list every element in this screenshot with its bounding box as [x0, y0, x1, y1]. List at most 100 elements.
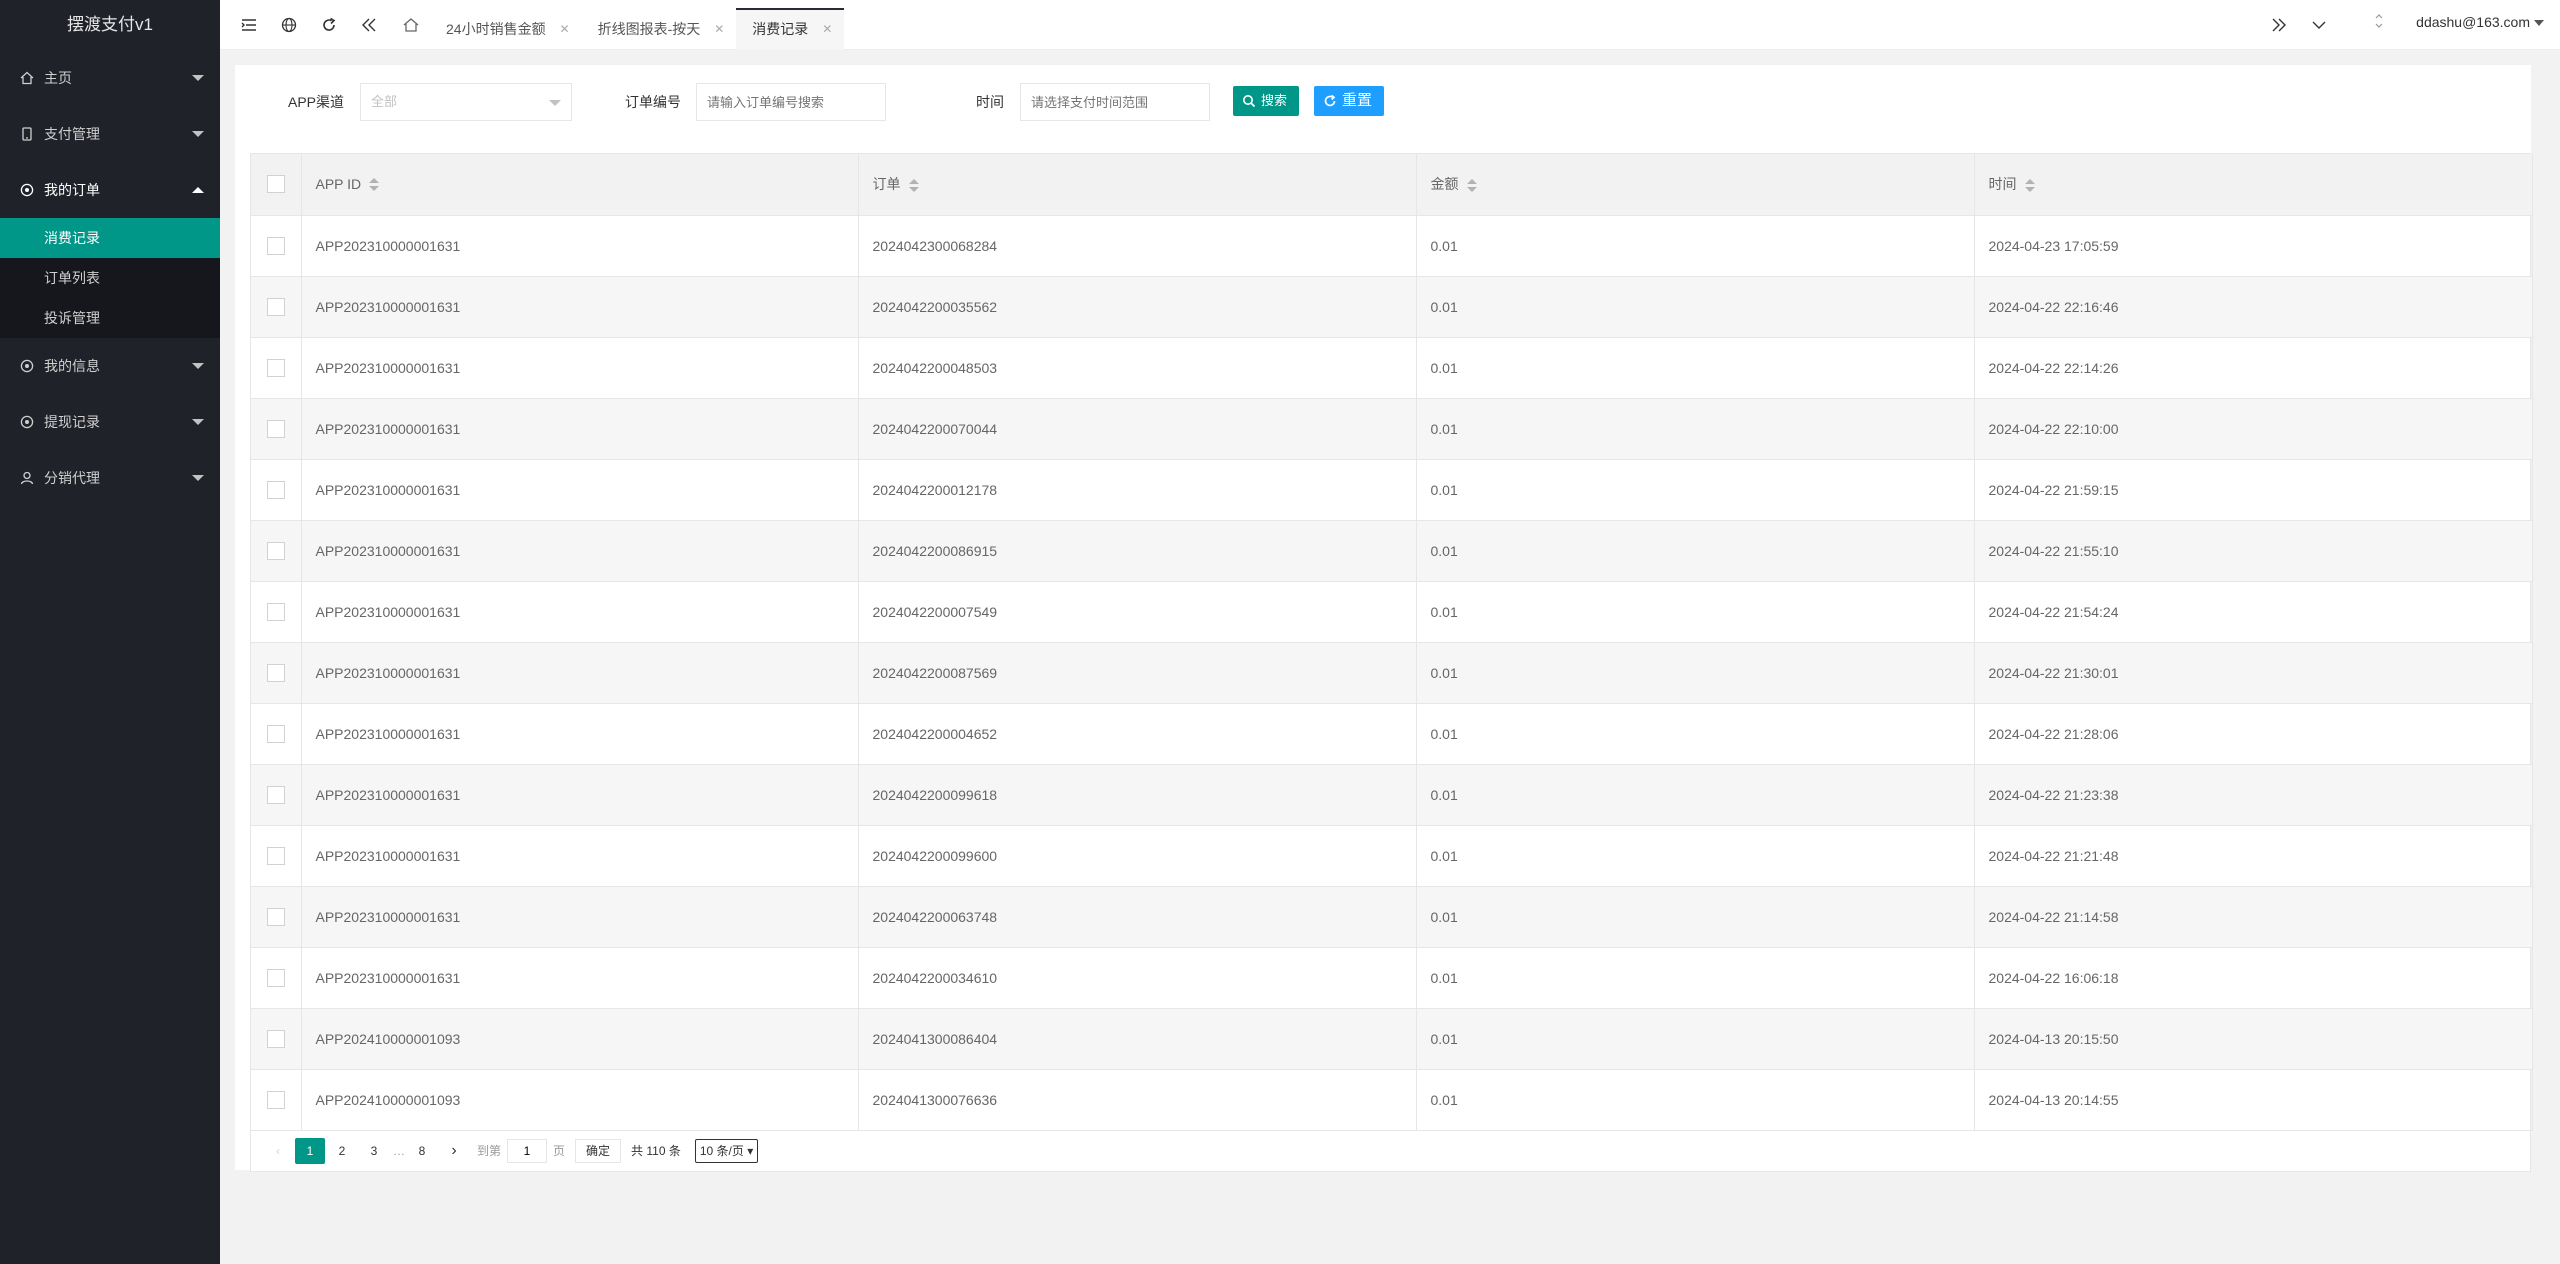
row-checkbox[interactable] — [267, 907, 285, 926]
sidebar-item-orders[interactable]: 我的订单 — [0, 162, 220, 218]
prev-page-icon[interactable]: ‹ — [263, 1138, 293, 1164]
table-row[interactable]: APP202310000001631 2024042200034610 0.01 20… — [251, 947, 2533, 1009]
menu-fold-icon[interactable] — [240, 16, 258, 34]
row-checkbox[interactable] — [267, 541, 285, 560]
home-icon[interactable] — [402, 16, 420, 34]
row-checkbox[interactable] — [267, 663, 285, 682]
row-checkbox[interactable] — [267, 724, 285, 743]
user-menu[interactable]: ddashu@163.com — [2416, 14, 2544, 30]
tab-consumption-records[interactable]: 消费记录 ✕ — [736, 8, 845, 50]
sidebar-item-home[interactable]: 主页 — [0, 50, 220, 106]
table-row[interactable]: APP202310000001631 2024042200012178 0.01 20… — [251, 459, 2533, 521]
sort-icon[interactable] — [1466, 178, 1477, 193]
column-header-order[interactable]: 订单 — [858, 154, 1417, 216]
sort-icon[interactable] — [369, 178, 380, 192]
row-checkbox[interactable] — [267, 968, 285, 987]
column-header-time[interactable]: 时间 — [1974, 154, 2533, 216]
cell-amount: 0.01 — [1416, 276, 1975, 338]
row-checkbox[interactable] — [267, 236, 285, 255]
cell-amount: 0.01 — [1416, 398, 1975, 460]
table-row[interactable]: APP202310000001631 2024042200099600 0.01 20… — [251, 825, 2533, 887]
tab-sales-24h[interactable]: 24小时销售金额 ✕ — [430, 8, 582, 50]
double-chevron-right-icon[interactable] — [2270, 16, 2288, 34]
sidebar: 摆渡支付v1 主页 支付管理 我的订单 消费记录 订单列表 投诉管理 我的信息 … — [0, 0, 220, 1264]
table-row[interactable]: APP202310000001631 2024042200035562 0.01 20… — [251, 276, 2533, 338]
sort-icon[interactable] — [908, 178, 919, 193]
table-row[interactable]: APP202310000001631 2024042300068284 0.01 20… — [251, 215, 2533, 277]
chevron-down-icon — [192, 363, 204, 369]
cell-app-id: APP202310000001631 — [301, 703, 859, 765]
row-checkbox[interactable] — [267, 602, 285, 621]
page-size-select[interactable]: 10 条/页 ▾ — [694, 1138, 759, 1163]
table-row[interactable]: APP202310000001631 2024042200086915 0.01 20… — [251, 520, 2533, 582]
chevron-down-icon — [192, 419, 204, 425]
cell-order: 2024042200048503 — [858, 337, 1417, 399]
sidebar-item-withdrawals[interactable]: 提现记录 — [0, 394, 220, 450]
sidebar-item-label: 主页 — [44, 70, 72, 86]
sort-icon[interactable] — [2024, 178, 2035, 193]
sidebar-subitem-order-list[interactable]: 订单列表 — [0, 258, 220, 298]
tab-line-chart-daily[interactable]: 折线图报表-按天 ✕ — [582, 8, 737, 50]
double-chevron-left-icon[interactable] — [360, 16, 378, 34]
expand-icon[interactable] — [2370, 12, 2388, 30]
row-checkbox[interactable] — [267, 846, 285, 865]
tab-label: 24小时销售金额 — [446, 21, 546, 37]
goto-page-input[interactable] — [507, 1138, 548, 1163]
close-icon[interactable]: ✕ — [560, 8, 570, 50]
refresh-icon[interactable] — [320, 16, 338, 34]
channel-select-value: 全部 — [371, 94, 398, 109]
row-checkbox[interactable] — [267, 358, 285, 377]
table-row[interactable]: APP202310000001631 2024042200063748 0.01 20… — [251, 886, 2533, 948]
row-checkbox[interactable] — [267, 1090, 285, 1109]
row-checkbox[interactable] — [267, 480, 285, 499]
row-checkbox-cell — [251, 703, 302, 765]
row-checkbox[interactable] — [267, 785, 285, 804]
table-row[interactable]: APP202310000001631 2024042200048503 0.01 20… — [251, 337, 2533, 399]
column-label: 订单 — [872, 176, 901, 193]
cell-time: 2024-04-22 22:10:00 — [1974, 398, 2533, 460]
filter-bar: APP渠道 全部 订单编号 时间 搜索 重置 — [235, 65, 2531, 145]
sidebar-subitem-complaints[interactable]: 投诉管理 — [0, 298, 220, 338]
close-icon[interactable]: ✕ — [822, 10, 832, 48]
close-icon[interactable]: ✕ — [714, 8, 724, 50]
cell-app-id: APP202310000001631 — [301, 215, 859, 277]
channel-select[interactable]: 全部 — [360, 83, 572, 121]
row-checkbox[interactable] — [267, 297, 285, 316]
page-last[interactable]: 8 — [407, 1138, 437, 1164]
table-row[interactable]: APP202310000001631 2024042200087569 0.01 20… — [251, 642, 2533, 704]
cell-time: 2024-04-13 20:14:55 — [1974, 1069, 2533, 1131]
table-row[interactable]: APP202410000001093 2024041300086404 0.01 20… — [251, 1008, 2533, 1070]
column-header-amount[interactable]: 金额 — [1416, 154, 1975, 216]
globe-icon[interactable] — [280, 16, 298, 34]
table-row[interactable]: APP202310000001631 2024042200004652 0.01 20… — [251, 703, 2533, 765]
table-row[interactable]: APP202310000001631 2024042200070044 0.01 20… — [251, 398, 2533, 460]
reset-button[interactable]: 重置 — [1314, 86, 1384, 116]
page-2[interactable]: 2 — [327, 1138, 357, 1164]
next-page-icon[interactable]: › — [439, 1138, 469, 1164]
sidebar-item-distribution[interactable]: 分销代理 — [0, 450, 220, 506]
search-button[interactable]: 搜索 — [1233, 86, 1299, 116]
table-row[interactable]: APP202310000001631 2024042200099618 0.01 20… — [251, 764, 2533, 826]
sidebar-item-my-info[interactable]: 我的信息 — [0, 338, 220, 394]
sidebar-subitem-consumption[interactable]: 消费记录 — [0, 218, 220, 258]
time-range-input[interactable] — [1020, 83, 1210, 121]
chevron-down-icon[interactable] — [2310, 16, 2328, 34]
goto-confirm-button[interactable]: 确定 — [575, 1138, 622, 1163]
row-checkbox[interactable] — [267, 1029, 285, 1048]
cell-amount: 0.01 — [1416, 764, 1975, 826]
records-table: APP ID 订单 金额 时间 APP202310000001631 202404… — [251, 154, 2533, 1131]
order-number-input[interactable] — [696, 83, 886, 121]
column-header-app-id[interactable]: APP ID — [301, 154, 859, 216]
page-1[interactable]: 1 — [295, 1137, 325, 1164]
refresh-icon — [1324, 94, 1336, 107]
tab-label: 折线图报表-按天 — [597, 21, 701, 37]
column-label: 时间 — [1988, 176, 2017, 193]
table-row[interactable]: APP202310000001631 2024042200007549 0.01 20… — [251, 581, 2533, 643]
page-3[interactable]: 3 — [359, 1138, 389, 1164]
time-label: 时间 — [976, 94, 1004, 110]
row-checkbox[interactable] — [267, 419, 285, 438]
sidebar-item-payment[interactable]: 支付管理 — [0, 106, 220, 162]
chevron-up-icon — [192, 187, 204, 193]
select-all-checkbox[interactable] — [267, 175, 285, 194]
table-row[interactable]: APP202410000001093 2024041300076636 0.01 20… — [251, 1069, 2533, 1131]
